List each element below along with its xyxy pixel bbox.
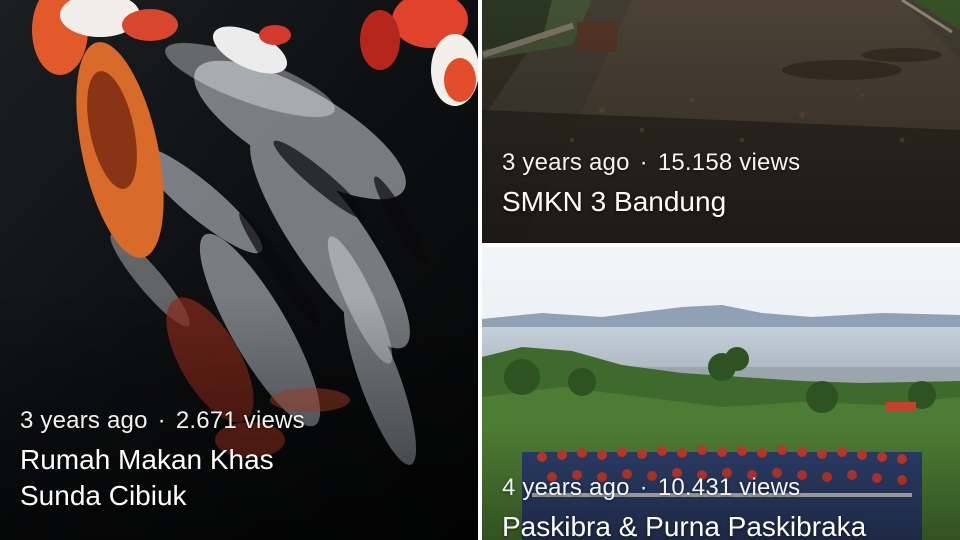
photo-caption: 4 years ago · 10.431 views Paskibra & Purn…: [502, 473, 948, 540]
separator-dot: ·: [639, 474, 648, 501]
photo-title: Paskibra & Purna Paskibraka: [502, 509, 948, 540]
photo-stats: 3 years ago · 2.671 views: [20, 406, 466, 436]
photo-title: Rumah Makan Khas Sunda Cibiuk: [20, 442, 466, 514]
separator-dot: ·: [157, 407, 166, 434]
photo-title-line: SMKN 3 Bandung: [502, 186, 727, 217]
photo-tile-paskibra[interactable]: 4 years ago · 10.431 views Paskibra & Purn…: [482, 247, 960, 540]
photo-stats: 4 years ago · 10.431 views: [502, 473, 948, 503]
time-ago: 3 years ago: [502, 149, 630, 176]
view-count: 2.671 views: [175, 407, 305, 434]
photo-title: SMKN 3 Bandung: [502, 184, 948, 220]
photo-stats: 3 years ago · 15.158 views: [502, 148, 948, 178]
time-ago: 3 years ago: [20, 407, 148, 434]
photo-title-line: Rumah Makan Khas: [20, 444, 274, 475]
photo-title-line: Paskibra & Purna Paskibraka: [502, 511, 867, 540]
view-count: 15.158 views: [657, 149, 801, 176]
photo-tile-rumah-makan[interactable]: 3 years ago · 2.671 views Rumah Makan Khas…: [0, 0, 478, 540]
photo-title-line: Sunda Cibiuk: [20, 480, 187, 511]
photo-caption: 3 years ago · 15.158 views SMKN 3 Bandung: [502, 148, 948, 220]
separator-dot: ·: [639, 149, 648, 176]
photo-caption: 3 years ago · 2.671 views Rumah Makan Khas…: [20, 406, 466, 514]
time-ago: 4 years ago: [502, 474, 630, 501]
photo-tile-smkn[interactable]: 3 years ago · 15.158 views SMKN 3 Bandung: [482, 0, 960, 243]
view-count: 10.431 views: [657, 474, 801, 501]
